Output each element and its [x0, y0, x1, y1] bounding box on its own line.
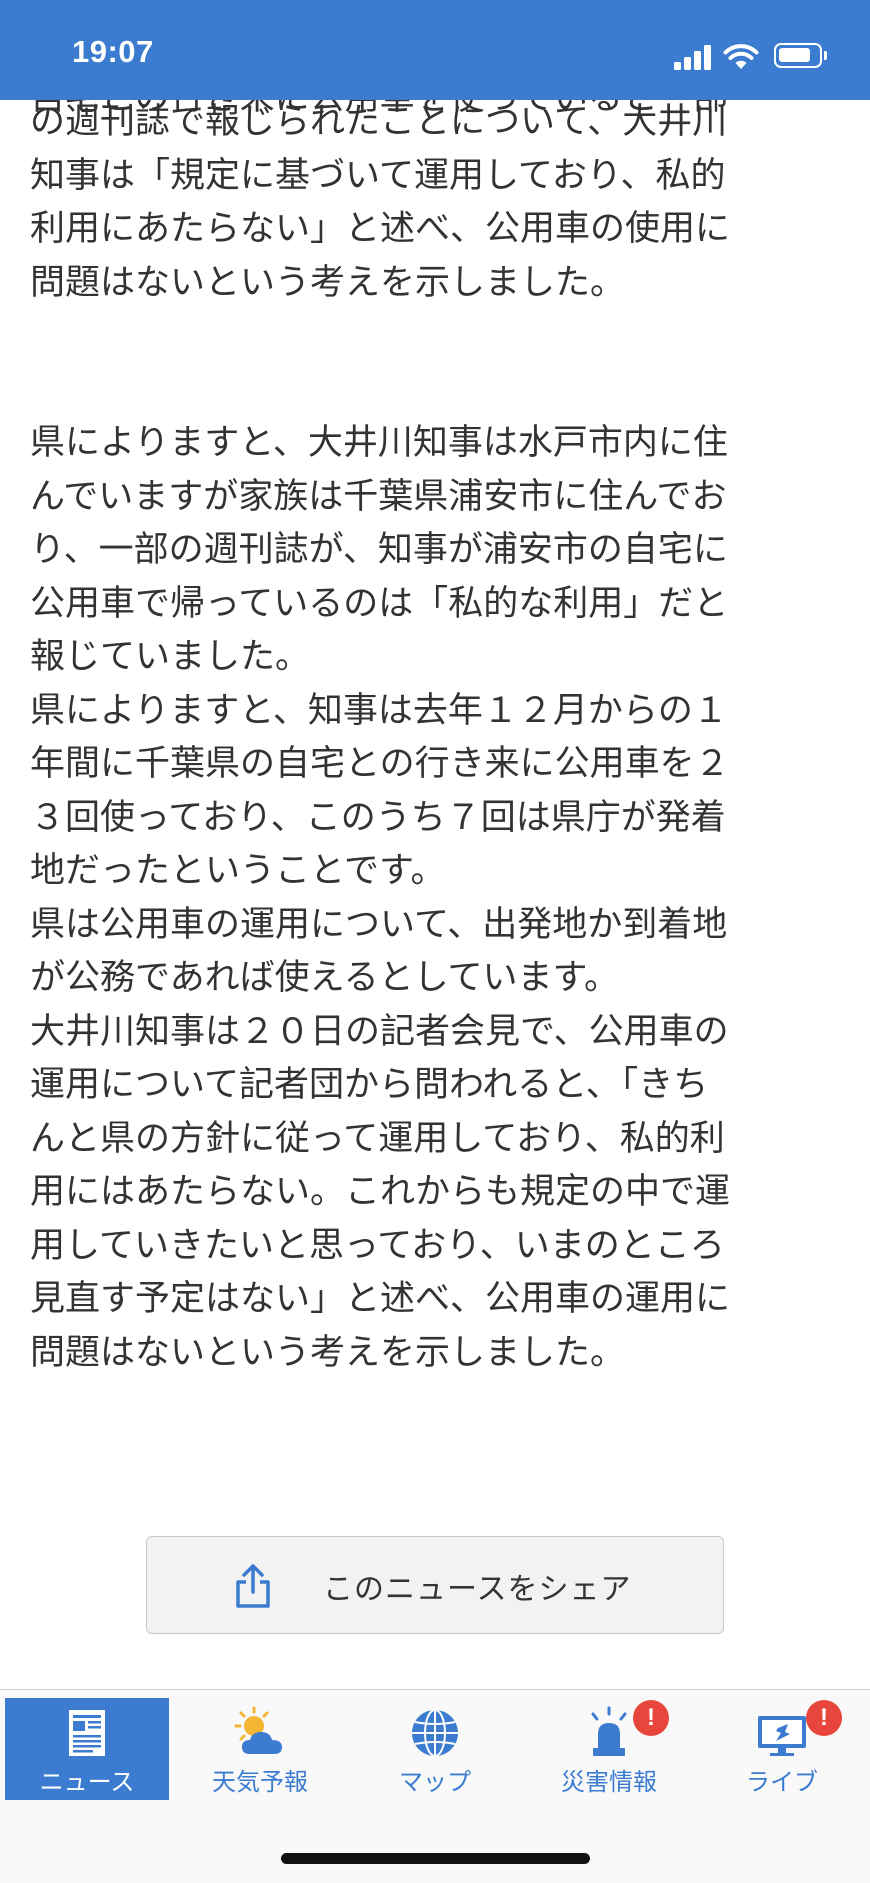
globe-icon [412, 1709, 458, 1757]
live-tv-icon [758, 1716, 806, 1756]
tab-live-label: ライブ [746, 1768, 818, 1796]
weather-icon [234, 1706, 282, 1754]
wifi-icon [723, 44, 759, 69]
cellular-signal-icon [674, 44, 714, 70]
tab-news-label: ニュース [39, 1768, 135, 1796]
tab-map-label: マップ [399, 1768, 471, 1796]
tab-live-badge: ! [806, 1700, 842, 1736]
tab-live[interactable]: ! ライブ [700, 1698, 864, 1800]
news-icon [69, 1710, 105, 1756]
tab-weather[interactable]: 天気予報 [178, 1698, 342, 1800]
share-button-label: このニュースをシェア [323, 1572, 632, 1607]
status-bar: 19:07 [0, 0, 870, 100]
article-body: の週刊誌で報じられたことについて、大井川 知事は「規定に基づいて運用しており、私… [30, 96, 842, 1380]
share-news-button[interactable]: このニュースをシェア [146, 1536, 724, 1634]
tab-disaster-info-label: 災害情報 [561, 1768, 657, 1796]
tab-map[interactable]: マップ [353, 1698, 517, 1800]
article-paragraph: 県によりますと、知事は去年１２月からの１ 年間に千葉県の自宅との行き来に公用車を… [30, 690, 730, 892]
battery-icon [774, 43, 827, 68]
siren-icon [591, 1706, 627, 1756]
tab-disaster-info[interactable]: ! 災害情報 [527, 1698, 691, 1800]
tab-weather-label: 天気予報 [212, 1768, 308, 1796]
share-icon [236, 1564, 270, 1608]
tab-news[interactable]: ニュース [5, 1698, 169, 1800]
article-paragraph: 県によりますと、大井川知事は水戸市内に住 んでいますが家族は千葉県浦安市に住んで… [30, 423, 729, 677]
article-paragraph: の週刊誌で報じられたことについて、大井川 知事は「規定に基づいて運用しており、私… [30, 102, 731, 303]
tab-disaster-badge: ! [633, 1700, 669, 1736]
article-paragraph: 大井川知事は２０日の記者会見で、公用車の 運用について記者団から問われると、「き… [30, 1011, 731, 1373]
status-time: 19:07 [72, 34, 154, 69]
home-indicator[interactable] [281, 1853, 590, 1864]
article-paragraph: 県は公用車の運用について、出発地か到着地 が公務であれば使えるとしています。 [30, 904, 728, 999]
